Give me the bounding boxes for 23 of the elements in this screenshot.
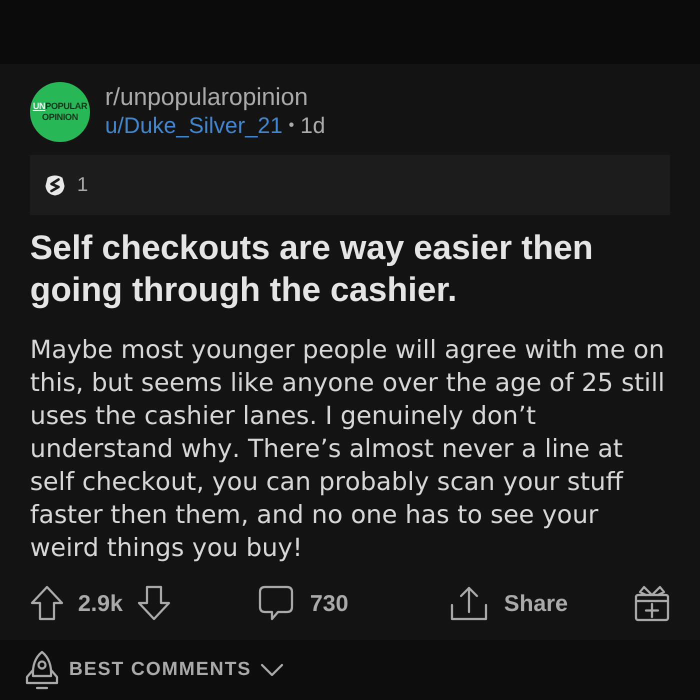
- chevron-down-icon: [260, 663, 284, 677]
- award-count: 1: [77, 174, 88, 196]
- upvote-button[interactable]: [30, 585, 64, 621]
- downvote-icon: [136, 585, 171, 621]
- comment-icon: [258, 585, 294, 621]
- post-body: Maybe most younger people will agree with me on this, but seems like anyone over the age of 25 still uses the cashier lanes. I genuinely don’t understand why. There’s almost never a line at self checkout, you can probably scan your stuff faster then them, and no one has to see your weird things you buy!: [30, 334, 666, 564]
- gift-button[interactable]: [634, 584, 670, 622]
- community-logo[interactable]: UNPOPULAR OPINION: [30, 82, 90, 142]
- share-button[interactable]: Share: [450, 585, 568, 621]
- rocket-icon: [24, 650, 60, 690]
- gift-icon: [634, 584, 670, 622]
- upvote-icon: [30, 585, 64, 621]
- downvote-button[interactable]: [136, 585, 171, 621]
- award-icon: [45, 174, 65, 196]
- post-age: 1d: [300, 112, 326, 140]
- post-title: Self checkouts are way easier then going through the cashier.: [30, 228, 594, 311]
- community-name[interactable]: r/unpopularopinion: [105, 84, 326, 112]
- share-icon: [450, 585, 488, 621]
- vote-score: 2.9k: [78, 590, 123, 616]
- sort-button[interactable]: BEST COMMENTS: [24, 650, 284, 690]
- comments-button[interactable]: 730: [258, 585, 348, 621]
- author-name[interactable]: u/Duke_Silver_21: [105, 112, 283, 140]
- separator-dot: •: [288, 116, 294, 136]
